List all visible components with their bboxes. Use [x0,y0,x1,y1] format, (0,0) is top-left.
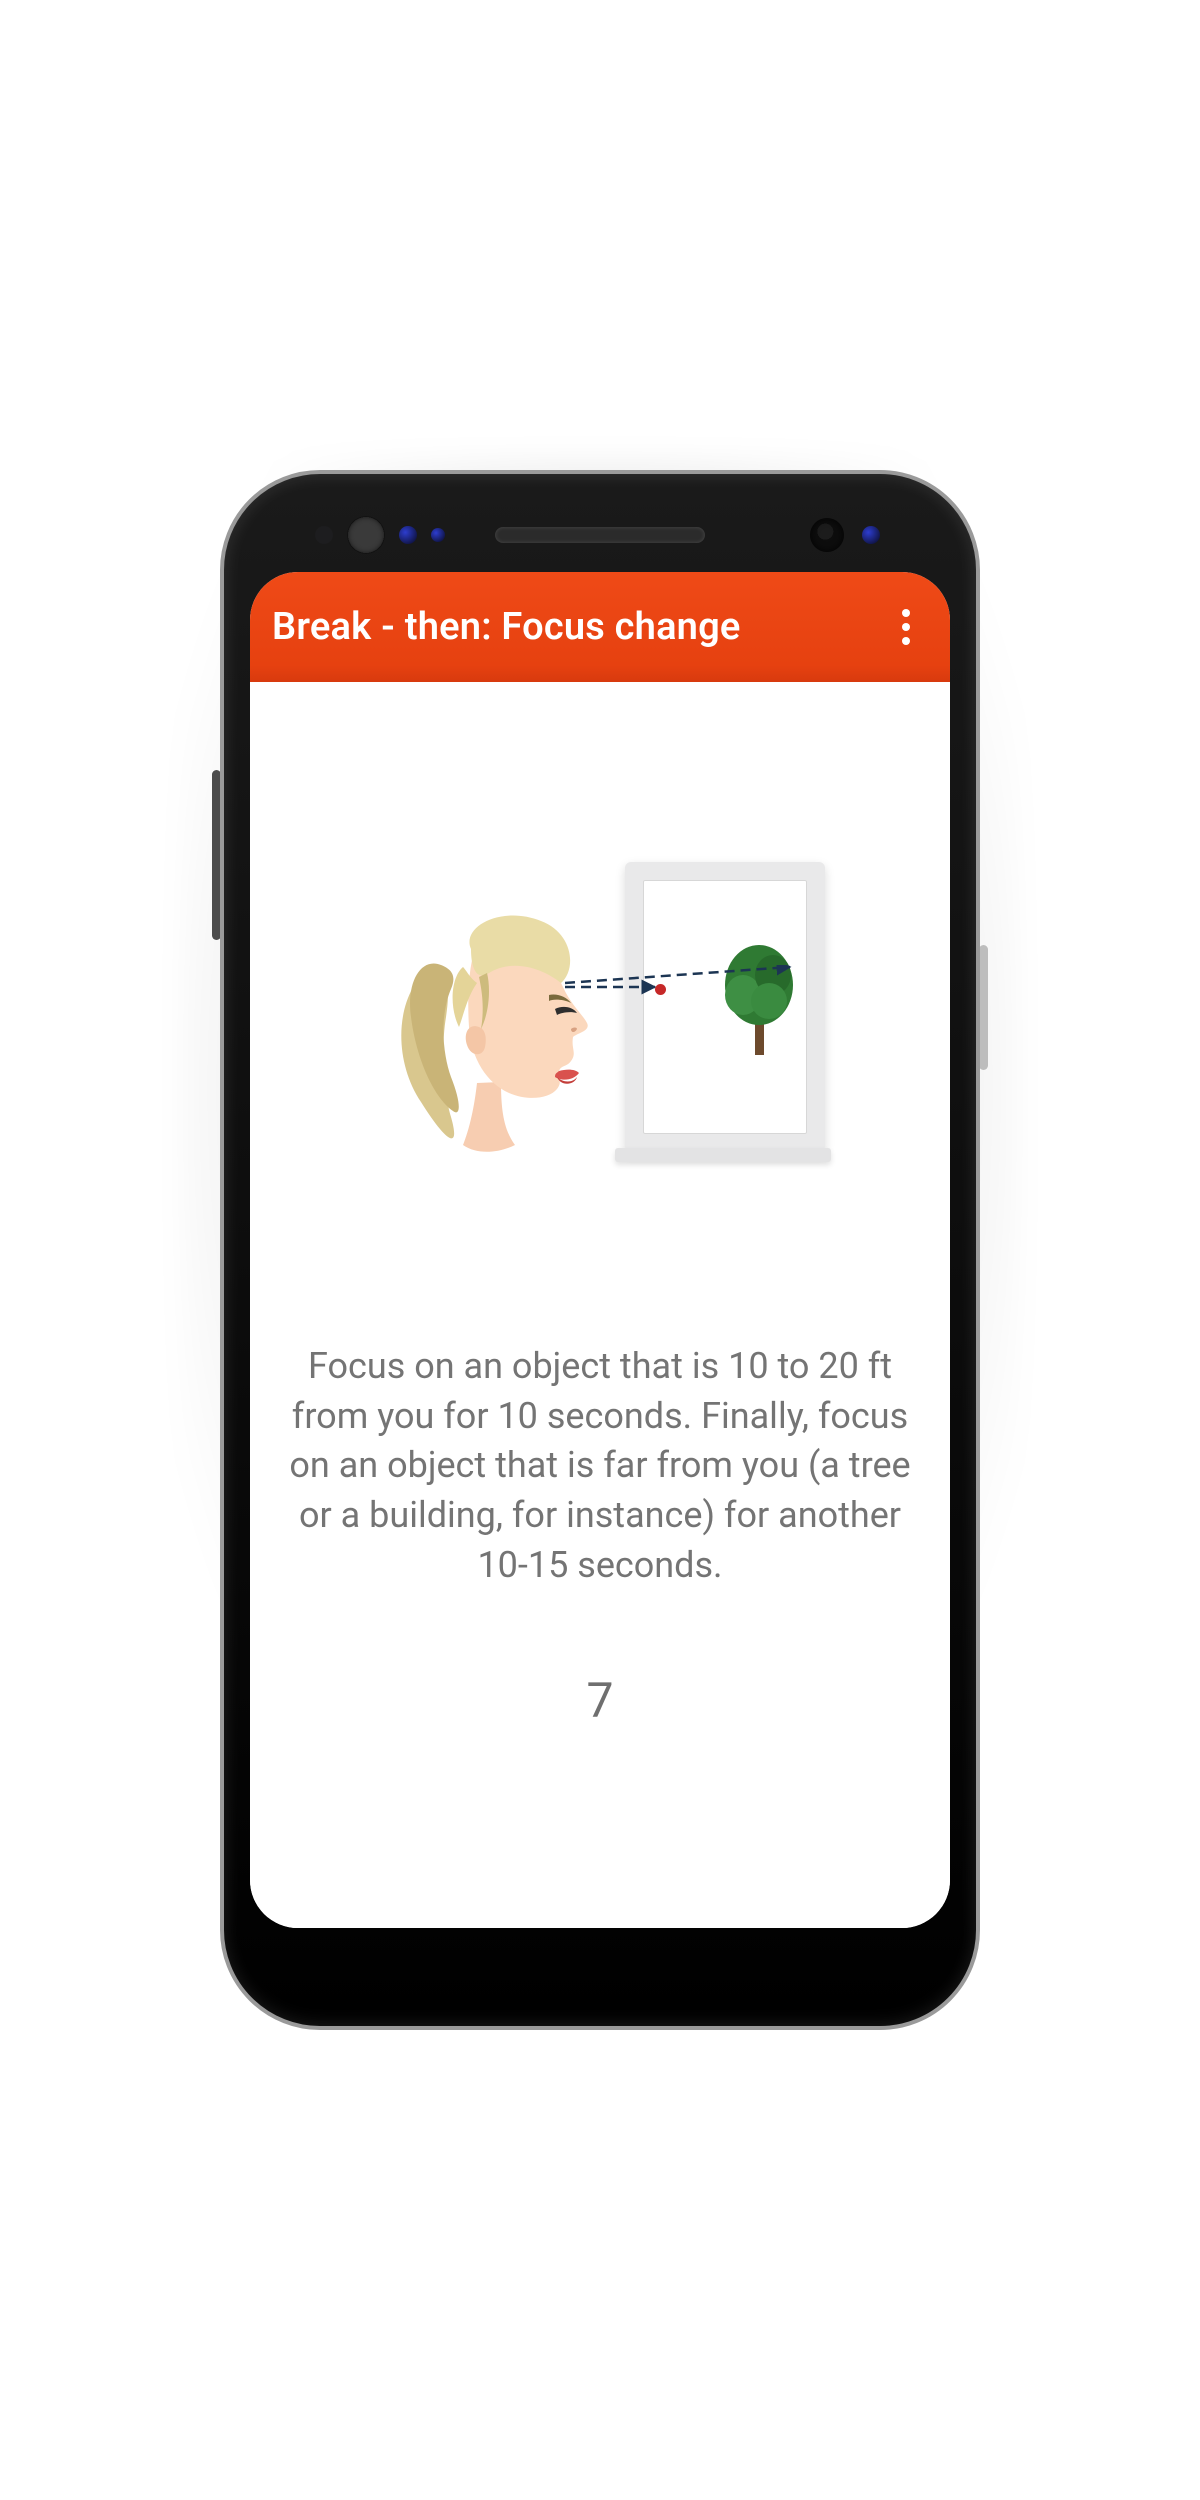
countdown-timer: 7 [250,1672,950,1729]
app-bar-title: Break - then: Focus change [272,605,741,649]
app-screen: Break - then: Focus change [250,572,950,1928]
windowsill-icon [615,1148,831,1162]
exercise-content: Focus on an object that is 10 to 20 ft f… [250,682,950,1928]
exercise-illustration [375,857,825,1187]
near-focus-point-icon [655,984,666,995]
device-power-button [979,945,988,1070]
device-mockup: Break - then: Focus change [220,470,980,2030]
exercise-instruction-text: Focus on an object that is 10 to 20 ft f… [275,1342,925,1590]
dots-vertical-icon [901,609,911,645]
sight-lines-icon [565,965,805,1005]
person-profile-icon [391,897,606,1177]
app-bar: Break - then: Focus change [250,572,950,682]
overflow-menu-button[interactable] [884,605,928,649]
